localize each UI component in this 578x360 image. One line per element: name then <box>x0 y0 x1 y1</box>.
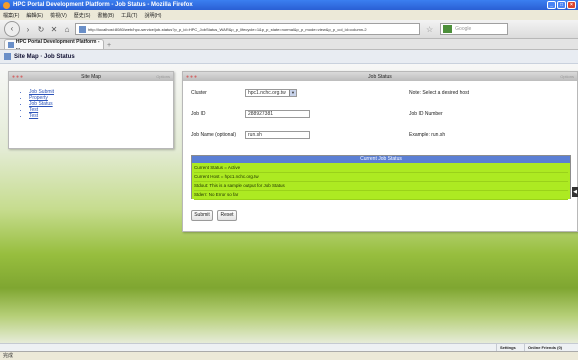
url-bar[interactable]: http://localhost:8080/web/hpc-service/jo… <box>75 23 420 35</box>
window-title: HPC Portal Development Platform - Job St… <box>13 2 193 8</box>
sitemap-link-test-2[interactable]: Test <box>29 113 173 119</box>
minimize-button[interactable]: _ <box>547 1 556 9</box>
current-job-status-title: Current Job Status <box>192 156 570 163</box>
sitemap-list: Job Submit Property Job Status Test Test <box>9 81 173 119</box>
job-name-label: Job Name (optional) <box>191 132 237 138</box>
menu-bar: 檔案(F) 編輯(E) 檢視(V) 歷史(S) 書籤(B) 工具(T) 說明(H… <box>0 10 578 20</box>
tab-label: HPC Portal Development Platform - ... <box>15 38 100 51</box>
url-text: http://localhost:8080/web/hpc-service/jo… <box>88 26 367 32</box>
chevron-down-icon[interactable]: ▼ <box>289 90 296 96</box>
sitemap-options-link[interactable]: Options <box>156 74 170 79</box>
job-id-label: Job ID <box>191 111 206 117</box>
job-status-title: Job Status <box>368 73 392 80</box>
menu-help[interactable]: 說明(H) <box>144 12 161 19</box>
close-button[interactable]: × <box>567 1 576 9</box>
menu-history[interactable]: 歷史(S) <box>74 12 91 19</box>
current-job-status-box: Current Job Status Current Status = Acti… <box>191 155 571 200</box>
collapse-sidebar-icon[interactable]: ◀ <box>572 187 578 197</box>
job-name-note: Example: run.sh <box>409 132 446 138</box>
portal-breadcrumb-bar: Site Map · Job Status <box>0 50 578 64</box>
tab-favicon-icon <box>8 41 14 48</box>
job-name-input[interactable]: run.sh <box>245 131 310 139</box>
tab-hpc-portal[interactable]: HPC Portal Development Platform - ... <box>4 38 104 51</box>
tab-bar: HPC Portal Development Platform - ... + <box>0 38 578 51</box>
window-controls: _ □ × <box>547 1 576 9</box>
current-job-status-body: Current Status = Active Current Host = h… <box>192 163 570 200</box>
window-titlebar: HPC Portal Development Platform - Job St… <box>0 0 578 10</box>
job-id-note: Job ID Number <box>409 111 443 117</box>
bookmark-star-icon[interactable]: ☆ <box>426 25 433 34</box>
back-arrow-icon[interactable]: ‹ <box>4 21 20 37</box>
cluster-select[interactable]: hpc1.nchc.org.tw ▼ <box>245 89 297 97</box>
sitemap-portlet: ●●● Site Map Options Job Submit Property… <box>8 71 174 149</box>
job-status-portlet: ●●● Job Status Options Cluster hpc1.nchc… <box>182 71 578 232</box>
job-id-input[interactable]: 288927381 <box>245 110 310 118</box>
cluster-note: Note: Select a desired host <box>409 90 470 96</box>
portal-logo-icon <box>4 53 11 60</box>
job-status-header: ●●● Job Status Options <box>183 72 577 81</box>
search-engine-icon[interactable] <box>443 25 453 33</box>
site-favicon-icon <box>79 25 86 33</box>
home-icon[interactable]: ⌂ <box>62 25 72 34</box>
portal-footer-bar: Settings Online Friends (0) <box>0 343 578 351</box>
sitemap-header: ●●● Site Map Options <box>9 72 173 81</box>
menu-edit[interactable]: 編輯(E) <box>26 12 43 19</box>
stop-icon[interactable]: ✕ <box>49 25 59 34</box>
menu-tools[interactable]: 工具(T) <box>121 12 137 19</box>
new-tab-icon[interactable]: + <box>107 42 111 49</box>
status-line-current-host: Current Host = hpc1.nchc.org.tw <box>194 173 568 182</box>
sitemap-title: Site Map <box>81 73 101 80</box>
portlet-controls-icon[interactable]: ●●● <box>12 74 24 80</box>
menu-bookmarks[interactable]: 書籤(B) <box>97 12 114 19</box>
portal-content: ●●● Site Map Options Job Submit Property… <box>0 64 578 344</box>
cluster-select-value: hpc1.nchc.org.tw <box>248 90 286 96</box>
menu-file[interactable]: 檔案(F) <box>3 12 19 19</box>
navigation-toolbar: ‹ › ↻ ✕ ⌂ http://localhost:8080/web/hpc-… <box>0 20 578 39</box>
settings-button[interactable]: Settings <box>496 344 519 351</box>
search-placeholder: Google <box>455 26 472 32</box>
breadcrumb[interactable]: Site Map · Job Status <box>14 54 75 60</box>
reload-icon[interactable]: ↻ <box>36 25 46 34</box>
cluster-label: Cluster <box>191 90 207 96</box>
menu-view[interactable]: 檢視(V) <box>50 12 67 19</box>
status-line-stdout: Stdout: This is a sample output for Job … <box>194 182 568 191</box>
online-friends-button[interactable]: Online Friends (0) <box>524 344 565 351</box>
forward-arrow-icon[interactable]: › <box>23 25 33 34</box>
browser-status-bar: 完成 <box>0 351 578 360</box>
status-line-current-status: Current Status = Active <box>194 164 568 173</box>
firefox-icon <box>3 1 10 9</box>
status-line-stderr: Stderr: No Error so far <box>194 191 568 200</box>
submit-button[interactable]: Submit <box>191 210 213 221</box>
maximize-button[interactable]: □ <box>557 1 566 9</box>
search-bar[interactable]: Google <box>440 23 509 35</box>
job-status-options-link[interactable]: Options <box>560 74 574 79</box>
reset-button[interactable]: Reset <box>217 210 237 221</box>
portlet-controls-icon[interactable]: ●●● <box>186 74 198 80</box>
